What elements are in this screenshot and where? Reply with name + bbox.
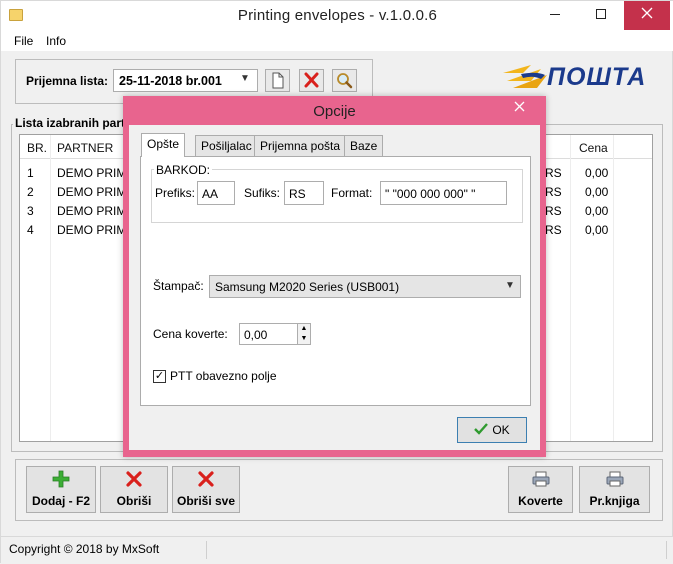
row-cena: 0,00 xyxy=(585,223,609,237)
document-icon xyxy=(272,72,284,89)
book-button[interactable]: Pr.knjiga xyxy=(579,466,650,513)
red-x-icon xyxy=(101,470,167,493)
envelopes-button[interactable]: Koverte xyxy=(508,466,573,513)
row-br: 1 xyxy=(27,166,34,180)
printer-icon xyxy=(509,470,572,493)
add-button-label: Dodaj - F2 xyxy=(31,494,90,508)
minimize-icon xyxy=(550,14,560,15)
prefix-label: Prefiks: xyxy=(155,186,196,200)
envelopes-button-label: Koverte xyxy=(518,494,563,508)
format-input[interactable]: " "000 000 000" " xyxy=(380,181,507,205)
status-divider xyxy=(666,541,667,559)
search-icon xyxy=(337,73,353,89)
price-value: 0,00 xyxy=(244,328,268,342)
printer-value: Samsung M2020 Series (USB001) xyxy=(215,280,400,294)
row-br: 2 xyxy=(27,185,34,199)
ok-label: OK xyxy=(492,423,510,437)
menu-info[interactable]: Info xyxy=(46,34,66,48)
maximize-icon xyxy=(596,9,606,19)
column-header-cena[interactable]: Cena xyxy=(579,141,608,155)
tab-baze[interactable]: Baze xyxy=(344,135,384,156)
menu-bar: File Info xyxy=(1,31,673,51)
maximize-button[interactable] xyxy=(578,1,624,30)
green-plus-icon xyxy=(27,470,95,493)
prijemna-lista-label: Prijemna lista: xyxy=(26,74,109,88)
row-br: 4 xyxy=(27,223,34,237)
row-cena: 0,00 xyxy=(585,204,609,218)
minimize-button[interactable] xyxy=(532,1,578,30)
stepper-down-icon[interactable]: ▼ xyxy=(297,334,310,344)
posta-logo: ПОШТА xyxy=(501,61,645,95)
options-dialog: Opcije Opšte Pošiljalac Prijemna pošta B… xyxy=(123,96,546,457)
dialog-close-button[interactable] xyxy=(499,97,539,117)
prijemna-lista-select[interactable]: 25-11-2018 br.001 ▼ xyxy=(113,69,258,92)
suffix-label: Sufiks: xyxy=(244,186,281,200)
price-stepper[interactable]: 0,00 ▲ ▼ xyxy=(239,323,311,345)
stepper-up-icon[interactable]: ▲ xyxy=(297,324,310,334)
delete-button-label: Obriši xyxy=(116,494,152,508)
tab-posiljalac[interactable]: Pošiljalac xyxy=(195,135,258,156)
row-tail: RS xyxy=(545,223,562,237)
printer-label: Štampač: xyxy=(153,279,204,293)
ptt-checkbox[interactable]: ✓ xyxy=(153,370,166,383)
barkod-group: Prefiks: AA Sufiks: RS Format: " "000 00… xyxy=(151,169,523,223)
tab-opste[interactable]: Opšte xyxy=(141,133,186,157)
dialog-body: Opšte Pošiljalac Prijemna pošta Baze Pre… xyxy=(129,125,540,450)
tab-panel-opste: Prefiks: AA Sufiks: RS Format: " "000 00… xyxy=(140,156,531,406)
prefix-input[interactable]: AA xyxy=(197,181,235,205)
printer-icon xyxy=(580,470,649,493)
ok-button[interactable]: OK xyxy=(457,417,527,443)
row-cena: 0,00 xyxy=(585,166,609,180)
red-x-icon xyxy=(173,470,239,493)
suffix-value: RS xyxy=(289,187,306,201)
title-bar: Printing envelopes - v.1.0.0.6 xyxy=(1,1,673,31)
barkod-label: BARKOD: xyxy=(154,163,213,177)
chevron-down-icon: ▼ xyxy=(505,280,515,291)
prijemna-lista-value: 25-11-2018 br.001 xyxy=(119,74,222,88)
book-button-label: Pr.knjiga xyxy=(589,494,640,508)
delete-all-button[interactable]: Obriši sve xyxy=(172,466,240,513)
row-tail: RS xyxy=(545,185,562,199)
close-icon xyxy=(514,101,524,112)
row-br: 3 xyxy=(27,204,34,218)
delete-button[interactable]: Obriši xyxy=(100,466,168,513)
format-value: " "000 000 000" " xyxy=(385,187,476,201)
menu-file[interactable]: File xyxy=(14,34,33,48)
chevron-down-icon: ▼ xyxy=(240,73,250,84)
checkmark-icon xyxy=(474,423,489,435)
new-document-button[interactable] xyxy=(265,69,290,92)
ptt-label: PTT obavezno polje xyxy=(170,369,277,383)
suffix-input[interactable]: RS xyxy=(284,181,324,205)
delete-list-button[interactable] xyxy=(299,69,324,92)
prefix-value: AA xyxy=(202,187,219,201)
format-label: Format: xyxy=(331,186,373,200)
close-icon xyxy=(641,7,653,19)
status-bar: Copyright © 2018 by MxSoft xyxy=(1,536,673,564)
status-divider xyxy=(206,541,207,559)
row-tail: RS xyxy=(545,204,562,218)
column-header-br[interactable]: BR. xyxy=(27,141,47,155)
printer-select[interactable]: Samsung M2020 Series (USB001) ▼ xyxy=(209,275,521,298)
search-button[interactable] xyxy=(332,69,357,92)
close-button[interactable] xyxy=(624,1,670,30)
red-x-icon xyxy=(304,72,319,88)
column-header-partner[interactable]: PARTNER xyxy=(57,141,113,155)
delete-all-button-label: Obriši sve xyxy=(176,494,236,508)
copyright-text: Copyright © 2018 by MxSoft xyxy=(9,542,160,556)
posta-logo-text: ПОШТА xyxy=(547,63,647,91)
add-button[interactable]: Dodaj - F2 xyxy=(26,466,96,513)
row-cena: 0,00 xyxy=(585,185,609,199)
row-tail: RS xyxy=(545,166,562,180)
dialog-title: Opcije xyxy=(313,103,356,120)
price-label: Cena koverte: xyxy=(153,327,228,341)
tab-prijemna-posta[interactable]: Prijemna pošta xyxy=(254,135,347,156)
